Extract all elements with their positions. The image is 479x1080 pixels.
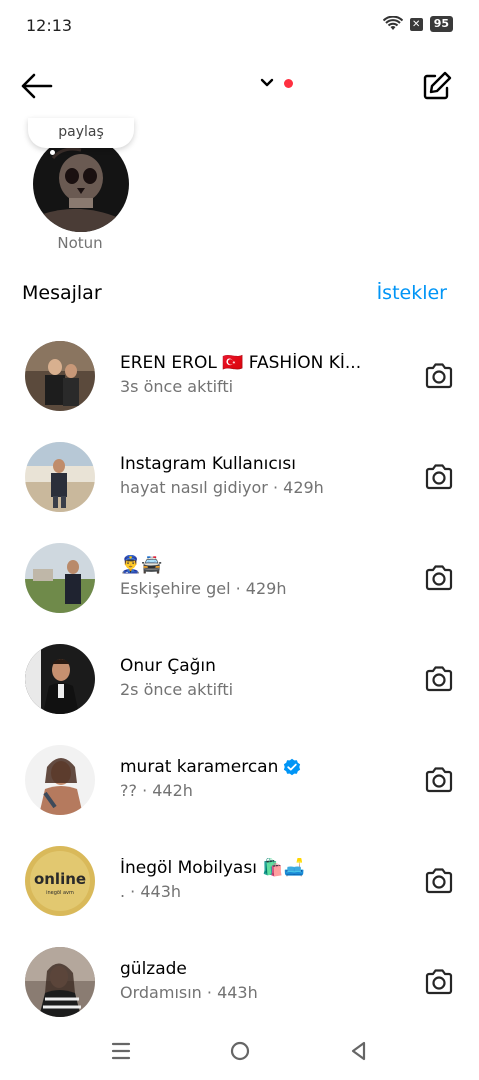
conversation-preview: Eskişehire gel · 429h [120, 579, 287, 598]
requests-link[interactable]: İstekler [377, 282, 447, 304]
menu-icon[interactable] [106, 1036, 136, 1066]
conversation-row[interactable]: online inegöl avm İnegöl Mobilyası 🛍️🛋️ .… [0, 831, 479, 932]
verified-badge-icon [284, 758, 301, 776]
conversation-name: murat karamercan [120, 757, 301, 777]
notification-dot [284, 78, 293, 88]
wifi-icon [382, 16, 403, 30]
battery-indicator: 95 [429, 16, 453, 32]
avatar [25, 543, 95, 613]
svg-text:inegöl avm: inegöl avm [46, 890, 74, 896]
camera-icon[interactable] [423, 966, 455, 998]
status-icons: ✕ 95 [382, 16, 453, 32]
avatar [25, 947, 95, 1017]
conversation-preview: 3s önce aktifti [120, 377, 234, 396]
camera-icon[interactable] [423, 865, 455, 897]
section-title: Mesajlar [22, 282, 102, 304]
conversation-row[interactable]: Instagram Kullanıcısı hayat nasıl gidiyo… [0, 427, 479, 528]
note-bubble-tail [50, 150, 55, 155]
arrow-left-icon[interactable] [20, 72, 54, 100]
conversation-name: İnegöl Mobilyası 🛍️🛋️ [120, 858, 305, 878]
note-avatar[interactable] [33, 136, 129, 232]
conversation-name: EREN EROL 🇹🇷 FASHİON Kİ... [120, 353, 362, 373]
sim-off-icon: ✕ [409, 17, 423, 31]
skull-avatar-image [33, 136, 129, 232]
note-bubble[interactable]: paylaş [28, 118, 134, 148]
status-time: 12:13 [26, 16, 73, 35]
conversation-name: Instagram Kullanıcısı [120, 454, 296, 474]
triangle-back-icon[interactable] [344, 1036, 374, 1066]
system-nav-bar [0, 1022, 479, 1080]
note-area: paylaş Notun [0, 118, 479, 258]
conversation-name: gülzade [120, 959, 187, 979]
camera-icon[interactable] [423, 663, 455, 695]
conversation-row[interactable]: 👮‍♂️🚔 Eskişehire gel · 429h [0, 528, 479, 629]
conversation-row[interactable]: murat karamercan ?? · 442h [0, 730, 479, 831]
conversation-preview: . · 443h [120, 882, 182, 901]
camera-icon[interactable] [423, 764, 455, 796]
status-bar: 12:13 ✕ 95 [0, 0, 479, 50]
conversation-row[interactable]: EREN EROL 🇹🇷 FASHİON Kİ... 3s önce aktif… [0, 326, 479, 427]
conversation-preview: ?? · 442h [120, 781, 193, 800]
chevron-down-icon[interactable] [260, 78, 274, 88]
conversation-name-text: murat karamercan [120, 757, 279, 777]
conversation-list: EREN EROL 🇹🇷 FASHİON Kİ... 3s önce aktif… [0, 326, 479, 1033]
svg-text:online: online [34, 870, 86, 888]
avatar [25, 442, 95, 512]
camera-icon[interactable] [423, 562, 455, 594]
conversation-preview: hayat nasıl gidiyor · 429h [120, 478, 324, 497]
messages-section-header: Mesajlar İstekler [0, 280, 479, 310]
conversation-name: Onur Çağın [120, 656, 216, 676]
conversation-row[interactable]: gülzade Ordamısın · 443h [0, 932, 479, 1033]
camera-icon[interactable] [423, 461, 455, 493]
edit-icon[interactable] [421, 70, 453, 102]
circle-home-icon[interactable] [225, 1036, 255, 1066]
conversation-preview: Ordamısın · 443h [120, 983, 258, 1002]
avatar: online inegöl avm [25, 846, 95, 916]
camera-icon[interactable] [423, 360, 455, 392]
avatar [25, 341, 95, 411]
conversation-row[interactable]: Onur Çağın 2s önce aktifti [0, 629, 479, 730]
conversation-name: 👮‍♂️🚔 [120, 555, 163, 575]
header [0, 60, 479, 112]
avatar [25, 644, 95, 714]
account-switcher[interactable] [260, 78, 293, 88]
note-label: Notun [57, 234, 103, 252]
avatar [25, 745, 95, 815]
conversation-preview: 2s önce aktifti [120, 680, 234, 699]
